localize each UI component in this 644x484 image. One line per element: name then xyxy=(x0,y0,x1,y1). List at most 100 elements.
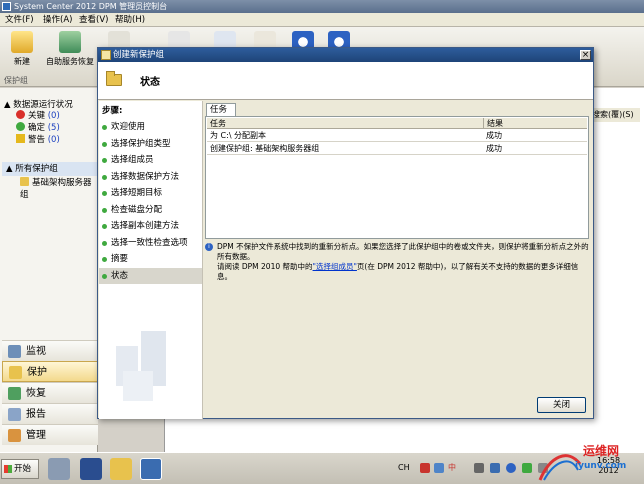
wizard-step[interactable]: 欢迎使用 xyxy=(99,119,202,135)
column-result[interactable]: 结果 xyxy=(483,118,503,129)
wunderbar-protection[interactable]: 保护 xyxy=(2,361,98,382)
self-service-icon xyxy=(59,31,81,53)
wizard-step[interactable]: 状态 xyxy=(99,267,202,284)
server-manager-icon[interactable] xyxy=(48,458,70,480)
dialog-close-icon[interactable]: × xyxy=(580,50,591,60)
status-heading[interactable]: ▲ 数据源运行状况 xyxy=(4,98,73,110)
status-warning[interactable]: 警告 (0) xyxy=(16,134,60,146)
tray-icon-1[interactable] xyxy=(420,463,430,473)
info-message: i DPM 不保护文件系统中找到的重新分析点。如果您选择了此保护组中的卷或文件夹… xyxy=(205,242,589,282)
navigation-pane: ▲ 数据源运行状况 关键 (0) 确定 (5) 警告 (0) ▲ 所有保护组 基… xyxy=(0,88,98,452)
powershell-icon[interactable] xyxy=(80,458,102,480)
wizard-step-label: 摘要 xyxy=(111,254,129,264)
wizard-step[interactable]: 摘要 xyxy=(99,251,202,267)
wizard-step[interactable]: 选择副本创建方法 xyxy=(99,218,202,234)
step-complete-icon xyxy=(102,257,107,262)
step-complete-icon xyxy=(102,125,107,130)
info-line1: DPM 不保护文件系统中找到的重新分析点。如果您选择了此保护组中的卷或文件夹，则… xyxy=(217,242,589,261)
warning-icon xyxy=(16,134,25,143)
wizard-step[interactable]: 选择保护组类型 xyxy=(99,136,202,152)
wizard-step-label: 检查磁盘分配 xyxy=(111,204,163,215)
result-cell: 成功 xyxy=(486,144,502,153)
step-complete-icon xyxy=(102,191,107,196)
wizard-step-label: 选择保护组类型 xyxy=(111,138,171,149)
tasks-panel: 任务 结果 为 C:\ 分配副本 成功 创建保护组: 基础架构服务器组 成功 xyxy=(205,116,589,239)
step-complete-icon xyxy=(102,207,107,213)
dialog-titlebar: 创建新保护组 × xyxy=(98,48,593,62)
step-complete-icon xyxy=(102,240,107,246)
step-complete-icon xyxy=(102,273,107,279)
select-group-members-link[interactable]: "选择组成员" xyxy=(313,262,357,271)
app-title: System Center 2012 DPM 管理员控制台 xyxy=(14,2,168,11)
dialog-header: 状态 xyxy=(98,62,593,100)
wizard-step-label: 选择副本创建方法 xyxy=(111,221,180,231)
steps-heading: 步骤: xyxy=(102,106,123,116)
report-icon xyxy=(8,408,21,421)
explorer-icon[interactable] xyxy=(110,458,132,480)
wizard-step[interactable]: 选择短期目标 xyxy=(99,185,202,201)
help-tray-icon[interactable] xyxy=(506,463,516,473)
results-column-header[interactable]: 搜索(覆)(S) xyxy=(592,108,640,122)
wizard-step-label: 选择短期目标 xyxy=(111,188,163,198)
app-titlebar: System Center 2012 DPM 管理员控制台 xyxy=(0,0,644,13)
menu-action[interactable]: 操作(A) xyxy=(40,14,75,26)
ok-icon xyxy=(16,122,25,131)
status-critical[interactable]: 关键 (0) xyxy=(16,110,60,122)
dpm-console-taskbar-icon[interactable] xyxy=(140,458,162,480)
menu-view[interactable]: 查看(V) xyxy=(76,14,111,26)
watermark-title: 运维网 xyxy=(583,444,620,458)
protect-icon xyxy=(9,366,22,379)
info-icon: i xyxy=(205,243,213,251)
wunderbar-reporting[interactable]: 报告 xyxy=(2,403,98,424)
wizard-step-label: 欢迎使用 xyxy=(111,122,146,132)
table-row[interactable]: 为 C:\ 分配副本 成功 xyxy=(207,130,587,142)
ime-indicator[interactable]: 中 xyxy=(448,462,456,474)
wizard-step[interactable]: 选择数据保护方法 xyxy=(99,169,202,185)
status-ok[interactable]: 确定 (5) xyxy=(16,122,60,134)
critical-icon xyxy=(16,110,25,119)
language-indicator[interactable]: CH xyxy=(398,462,410,474)
wizard-step-label: 选择一致性检查选项 xyxy=(111,237,188,248)
watermark-url: iyunv.com xyxy=(575,461,627,471)
menu-file[interactable]: 文件(F) xyxy=(2,14,37,26)
start-label: 开始 xyxy=(14,464,32,474)
new-button[interactable]: 新建 xyxy=(8,31,36,67)
tray-icon-2[interactable] xyxy=(434,463,444,473)
start-button[interactable]: 开始 xyxy=(1,459,39,479)
table-row[interactable]: 创建保护组: 基础架构服务器组 成功 xyxy=(207,143,587,155)
tab-tasks[interactable]: 任务 xyxy=(206,103,236,117)
wunderbar-monitoring[interactable]: 监视 xyxy=(2,340,98,361)
menubar: 文件(F) 操作(A) 查看(V) 帮助(H) xyxy=(0,13,644,27)
server-illustration xyxy=(116,331,166,401)
app-icon xyxy=(2,2,11,11)
windows-flag-icon xyxy=(4,465,12,473)
self-service-recovery-button[interactable]: 自助服务恢复 xyxy=(44,31,96,67)
result-cell: 成功 xyxy=(486,131,502,140)
wizard-step-label: 状态 xyxy=(111,270,129,281)
step-complete-icon xyxy=(102,158,107,163)
group-item[interactable]: 基础架构服务器组 xyxy=(20,177,97,201)
all-protection-groups[interactable]: ▲ 所有保护组 xyxy=(2,162,97,176)
tray-icon-4[interactable] xyxy=(490,463,500,473)
new-label: 新建 xyxy=(14,57,30,66)
wunderbar-recovery[interactable]: 恢复 xyxy=(2,382,98,403)
self-service-label: 自助服务恢复 xyxy=(46,57,94,66)
wizard-step-label: 选择数据保护方法 xyxy=(111,171,180,182)
wizard-step-label: 选择组成员 xyxy=(111,155,154,165)
grid-header: 任务 结果 xyxy=(207,118,587,129)
wizard-step[interactable]: 检查磁盘分配 xyxy=(99,202,202,218)
menu-help[interactable]: 帮助(H) xyxy=(112,14,148,26)
group-folder-icon xyxy=(20,177,29,186)
task-cell: 为 C:\ 分配副本 xyxy=(210,131,267,140)
watermark-logo xyxy=(538,454,582,481)
close-button[interactable]: 关闭 xyxy=(537,397,586,413)
wizard-step[interactable]: 选择一致性检查选项 xyxy=(99,235,202,251)
new-icon xyxy=(11,31,33,53)
tray-icon-3[interactable] xyxy=(474,463,484,473)
dialog-title: 创建新保护组 xyxy=(113,50,165,60)
column-task[interactable]: 任务 xyxy=(207,118,226,129)
step-complete-icon xyxy=(102,224,107,229)
wizard-steps-pane: 步骤: 欢迎使用选择保护组类型 选择组成员选择数据保护方法 选择短期目标 检查磁盘分配… xyxy=(99,101,203,419)
wizard-step[interactable]: 选择组成员 xyxy=(99,152,202,168)
wunderbar-management[interactable]: 管理 xyxy=(2,424,98,445)
